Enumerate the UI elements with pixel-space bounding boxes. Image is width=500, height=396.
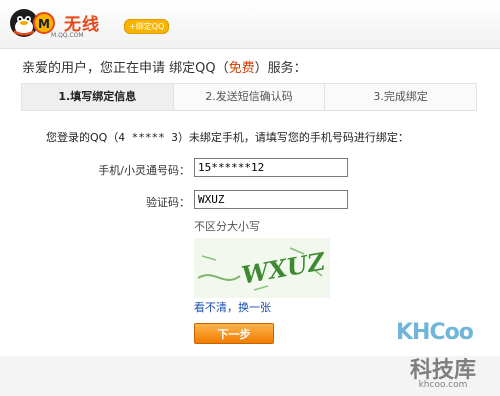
intro-prefix: 亲爱的用户，您正在申请 绑定QQ（ <box>22 61 229 76</box>
phone-label: 手机/小灵通号码： <box>98 164 190 177</box>
svg-text:M: M <box>38 17 50 31</box>
logo-url: M.QQ.COM <box>51 32 84 39</box>
intro-text: 亲爱的用户，您正在申请 绑定QQ（免费）服务： <box>22 57 307 76</box>
notice-suffix: ）未绑定手机，请填写您的手机号码进行绑定： <box>177 131 409 144</box>
phone-number-input[interactable] <box>194 158 348 177</box>
refresh-captcha-link[interactable]: 看不清，换一张 <box>194 299 271 315</box>
logo[interactable]: M 无线 M.QQ.COM +绑定QQ <box>8 6 178 42</box>
binding-notice: 您登录的QQ（4 ***** 3）未绑定手机，请填写您的手机号码进行绑定： <box>46 129 409 145</box>
header: M 无线 M.QQ.COM +绑定QQ <box>0 0 500 49</box>
watermark: KHCoo 科技库 khcoo.com <box>392 318 494 394</box>
watermark-url: khcoo.com <box>418 380 468 390</box>
free-label: 免费 <box>228 61 255 76</box>
captcha-input[interactable] <box>194 190 348 209</box>
captcha-image[interactable]: WXUZ <box>194 238 330 298</box>
masked-qq-number: 4 ***** 3 <box>118 131 178 144</box>
notice-prefix: 您登录的QQ（ <box>46 131 119 144</box>
service-badge: +绑定QQ <box>124 19 170 34</box>
step-1: 1.填写绑定信息 <box>22 84 174 110</box>
captcha-label: 验证码： <box>146 196 190 209</box>
intro-suffix: ）服务： <box>254 61 307 76</box>
step-progress-bar: 1.填写绑定信息 2.发送短信确认码 3.完成绑定 <box>21 83 477 111</box>
case-insensitive-hint: 不区分大小写 <box>194 220 260 233</box>
step-2: 2.发送短信确认码 <box>174 84 326 110</box>
next-step-button[interactable]: 下一步 <box>194 323 274 344</box>
step-3: 3.完成绑定 <box>373 90 428 103</box>
qq-penguin-logo-icon: M <box>10 9 55 37</box>
watermark-logo: KHCoo <box>396 320 474 345</box>
